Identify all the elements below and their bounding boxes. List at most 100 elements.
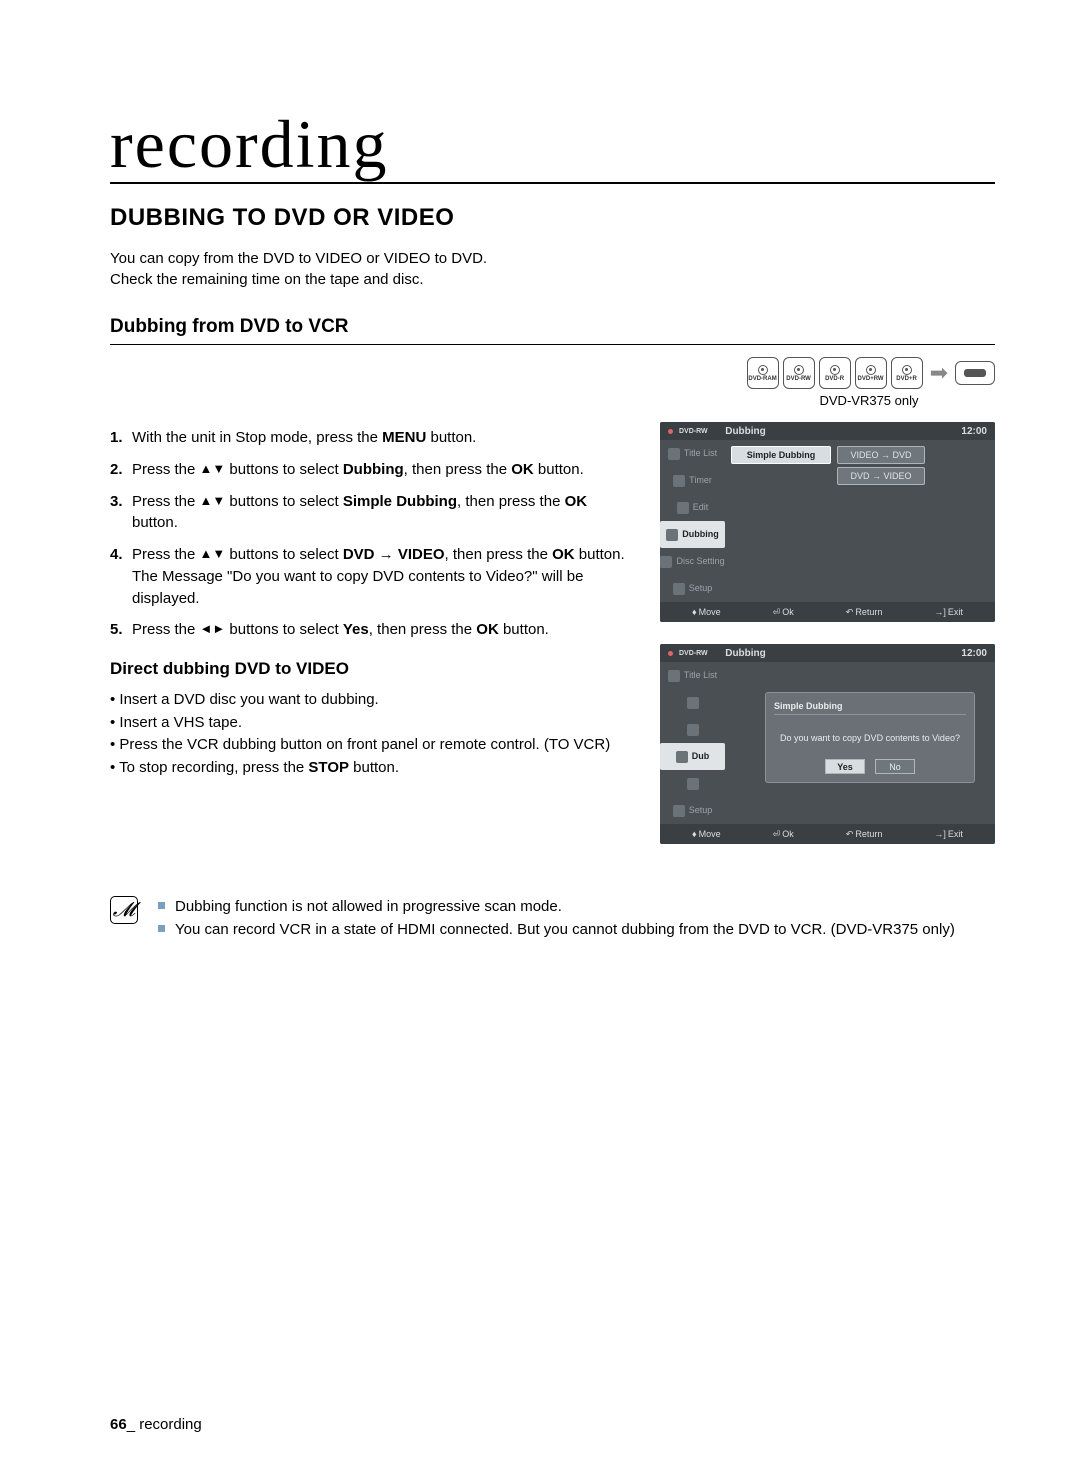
osd-screenshot-1: DVD-RW Dubbing 12:00 Title List Timer Ed… xyxy=(660,422,995,622)
foot-exit: →] Exit xyxy=(934,607,963,617)
model-note: DVD-VR375 only xyxy=(796,393,942,408)
t: OK xyxy=(476,621,499,638)
sidebar-item xyxy=(660,716,725,743)
disc-label: DVD-R xyxy=(825,376,844,382)
t: Press the xyxy=(132,461,200,478)
t: button. xyxy=(132,514,178,531)
rec-dot-icon xyxy=(668,429,673,434)
step-2: 2. Press the ▲▼ buttons to select Dubbin… xyxy=(110,459,630,481)
dialog-title: Simple Dubbing xyxy=(774,701,966,715)
osd-clock: 12:00 xyxy=(961,426,987,437)
step-3: 3. Press the ▲▼ buttons to select Simple… xyxy=(110,491,630,535)
step-5: 5. Press the ◄► buttons to select Yes, t… xyxy=(110,619,630,641)
list-icon xyxy=(668,448,680,460)
disc-label: DVD+R xyxy=(896,376,917,382)
sidebar-item-selected: Dubbing xyxy=(660,521,725,548)
t: OK xyxy=(565,493,588,510)
dialog-yes-button: Yes xyxy=(825,759,865,774)
t: button. xyxy=(426,429,476,446)
sidebar-label: Edit xyxy=(693,503,709,512)
sidebar-label: Disc Setting xyxy=(676,557,724,566)
gear-icon xyxy=(673,805,685,817)
t: buttons to select xyxy=(225,493,343,510)
arrows-icon: ▲▼ xyxy=(200,546,226,561)
step-1: 1. With the unit in Stop mode, press the… xyxy=(110,427,630,449)
page-footer: 66_ recording xyxy=(110,1416,202,1433)
t: buttons to select xyxy=(225,546,343,563)
rec-dot-icon xyxy=(668,651,673,656)
t: button. xyxy=(575,546,625,563)
t: With the unit in Stop mode, press the xyxy=(132,429,382,446)
step-num: 5. xyxy=(110,619,132,641)
t: Yes xyxy=(343,621,369,638)
page-title: recording xyxy=(110,110,995,184)
sidebar-item-selected: Dub xyxy=(660,743,725,770)
edit-icon xyxy=(687,724,699,736)
t: OK xyxy=(511,461,534,478)
dubbing-icon xyxy=(666,529,678,541)
subsubsection-heading: Direct dubbing DVD to VIDEO xyxy=(110,659,630,679)
timer-icon xyxy=(687,697,699,709)
osd-title: Dubbing xyxy=(725,426,766,437)
page-number: 66 xyxy=(110,1416,127,1433)
sidebar-label: Setup xyxy=(689,584,713,593)
foot-return: ↶ Return xyxy=(846,829,883,840)
edit-icon xyxy=(677,502,689,514)
t: OK xyxy=(552,546,575,563)
foot-ok: ⏎ Ok xyxy=(773,607,794,618)
arrows-icon: ▲▼ xyxy=(200,493,226,508)
sidebar-label: Title List xyxy=(684,671,717,680)
t: button. xyxy=(534,461,584,478)
sidebar-item: Title List xyxy=(660,440,725,467)
osd-footer: ♦ Move ⏎ Ok ↶ Return →] Exit xyxy=(660,824,995,844)
sidebar-item: Setup xyxy=(660,575,725,602)
media-icon-row: DVD-RAM DVD-RW DVD-R DVD+RW DVD+R ➡ xyxy=(660,357,995,389)
sidebar-label: Title List xyxy=(684,449,717,458)
foot-ok: ⏎ Ok xyxy=(773,829,794,840)
osd-main: Simple Dubbing VIDEO → DVD DVD → VIDEO xyxy=(725,440,995,602)
sidebar-label: Setup xyxy=(689,806,713,815)
osd-footer: ♦ Move ⏎ Ok ↶ Return →] Exit xyxy=(660,602,995,622)
dubbing-icon xyxy=(676,751,688,763)
t: Dubbing xyxy=(343,461,404,478)
osd-option-selected: Simple Dubbing xyxy=(731,446,831,464)
gear-icon xyxy=(673,583,685,595)
arrows-icon: ▲▼ xyxy=(200,461,226,476)
t: Press the xyxy=(132,621,200,638)
osd-main: Simple Dubbing Do you want to copy DVD c… xyxy=(725,662,995,824)
disc-icon: DVD-RW xyxy=(783,357,815,389)
disc-setting-icon xyxy=(660,556,672,568)
osd-option: VIDEO → DVD xyxy=(837,446,925,464)
t: button. xyxy=(499,621,549,638)
timer-icon xyxy=(673,475,685,487)
disc-icon: DVD+R xyxy=(891,357,923,389)
disc-icon: DVD-RAM xyxy=(747,357,779,389)
disc-label: DVD+RW xyxy=(858,376,884,382)
foot-move: ♦ Move xyxy=(692,607,721,617)
sidebar-item xyxy=(660,689,725,716)
osd-title: Dubbing xyxy=(725,648,766,659)
intro-text: You can copy from the DVD to VIDEO or VI… xyxy=(110,248,995,290)
osd-sidebar: Title List Timer Edit Dubbing Disc Setti… xyxy=(660,440,725,602)
note-icon: 𝓜 xyxy=(110,896,138,924)
osd-media: DVD-RW xyxy=(679,650,708,657)
section-heading: DUBBING TO DVD OR VIDEO xyxy=(110,204,995,232)
step-4: 4. Press the ▲▼ buttons to select DVD → … xyxy=(110,544,630,609)
disc-icon: DVD+RW xyxy=(855,357,887,389)
step-num: 1. xyxy=(110,427,132,449)
osd-screenshot-2: DVD-RW Dubbing 12:00 Title List Dub Setu… xyxy=(660,644,995,844)
foot-move: ♦ Move xyxy=(692,829,721,839)
osd-header: DVD-RW Dubbing 12:00 xyxy=(660,644,995,662)
foot-exit: →] Exit xyxy=(934,829,963,839)
step-list: 1. With the unit in Stop mode, press the… xyxy=(110,427,630,641)
footer-sep: _ xyxy=(127,1416,140,1433)
list-item: Insert a DVD disc you want to dubbing. xyxy=(110,689,630,712)
t: Press the xyxy=(132,493,200,510)
osd-option: DVD → VIDEO xyxy=(837,467,925,485)
note-item: Dubbing function is not allowed in progr… xyxy=(158,896,955,919)
arrows-icon: ◄► xyxy=(200,621,226,636)
t: Simple Dubbing xyxy=(343,493,457,510)
list-item: To stop recording, press the STOP button… xyxy=(110,757,630,780)
t: buttons to select xyxy=(225,461,343,478)
osd-media: DVD-RW xyxy=(679,428,708,435)
